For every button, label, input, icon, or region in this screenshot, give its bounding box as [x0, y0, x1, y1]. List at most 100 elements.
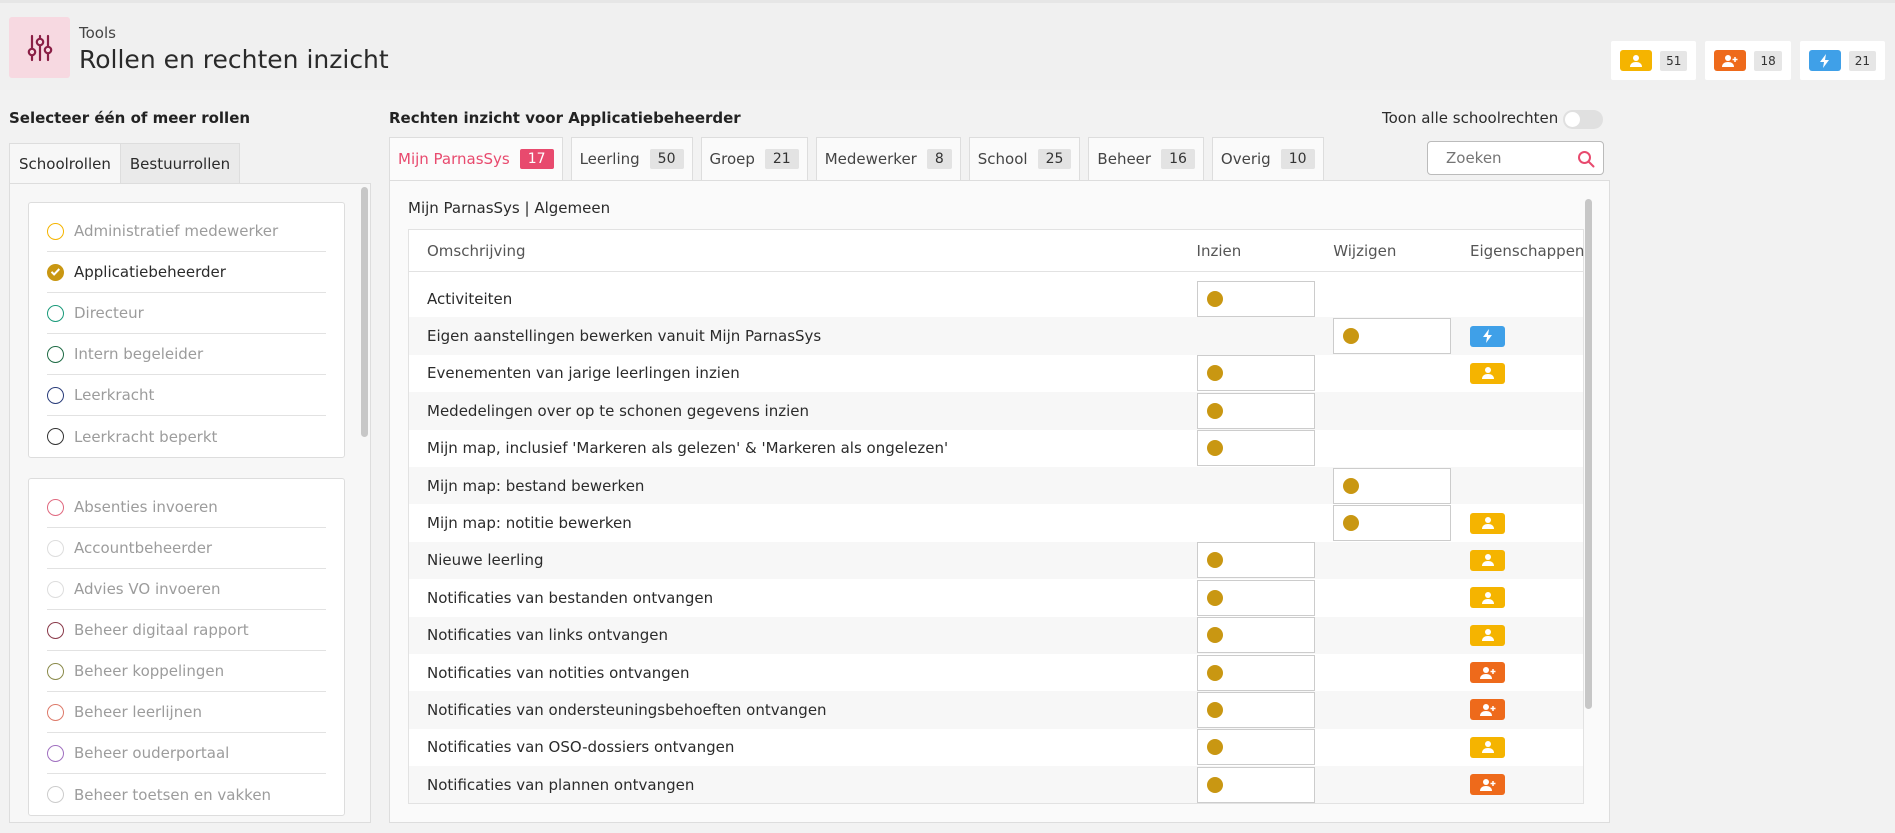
wijzigen-column	[1333, 318, 1470, 355]
eigenschappen-column	[1470, 699, 1583, 721]
column-header: Omschrijving	[427, 241, 526, 260]
inzien-column	[1196, 617, 1334, 654]
radio-circle-icon	[47, 386, 64, 404]
user-plus-icon	[1714, 50, 1747, 71]
show-all-rights-toggle[interactable]	[1563, 110, 1603, 129]
role-label: Beheer digitaal rapport	[74, 621, 249, 639]
search-box	[1427, 141, 1604, 175]
lightning-icon	[1808, 50, 1841, 71]
eigenschappen-column	[1470, 662, 1583, 684]
role-item[interactable]: Administratief medewerker	[47, 211, 326, 252]
row-description: Evenementen van jarige leerlingen inzien	[427, 364, 740, 383]
table-row: Notificaties van plannen ontvangen	[409, 766, 1583, 804]
role-item[interactable]: Beheer toetsen en vakken	[47, 774, 326, 815]
permission-dot-icon	[1206, 739, 1223, 756]
eigenschappen-column	[1470, 325, 1583, 347]
radio-circle-icon	[47, 498, 64, 516]
role-label: Accountbeheerder	[74, 539, 213, 557]
role-label: Intern begeleider	[74, 345, 204, 363]
role-item[interactable]: Beheer koppelingen	[47, 651, 326, 692]
permission-dot-icon	[1206, 664, 1223, 681]
role-group-main: Administratief medewerker Applicatiebehe…	[28, 202, 345, 458]
wijzigen-cell	[1333, 318, 1452, 355]
permission-dot-icon	[1343, 328, 1360, 345]
inzien-cell	[1196, 430, 1315, 467]
inzien-column	[1196, 766, 1334, 803]
role-item[interactable]: Accountbeheerder	[47, 528, 326, 569]
category-tabs: Mijn ParnasSys 17 Leerling 50 Groep 21 Mede…	[389, 137, 1324, 180]
sliders-icon	[9, 17, 70, 78]
tab-bestuurrollen[interactable]: Bestuurrollen	[119, 143, 241, 183]
inzien-cell	[1196, 355, 1315, 392]
stat-count: 21	[1848, 50, 1876, 71]
role-item[interactable]: Absenties invoeren	[47, 487, 326, 528]
roles-heading: Selecteer één of meer rollen	[9, 109, 251, 127]
inzien-cell	[1196, 617, 1315, 654]
roles-scrollbar[interactable]	[361, 187, 368, 437]
row-description: Notificaties van OSO-dossiers ontvangen	[427, 738, 735, 757]
inzien-cell	[1196, 654, 1315, 691]
tab-schoolrollen[interactable]: Schoolrollen	[9, 143, 121, 183]
role-item[interactable]: Beheer leerlijnen	[47, 692, 326, 733]
tab-mijn-parnassys[interactable]: Mijn ParnasSys 17	[389, 137, 563, 180]
permission-dot-icon	[1343, 515, 1360, 532]
table-header: Omschrijving Inzien Wijzigen Eigenschapp…	[409, 230, 1584, 272]
user-plus-icon	[1470, 662, 1506, 684]
eigenschappen-column	[1470, 774, 1583, 796]
tab-medewerker[interactable]: Medewerker 8	[815, 137, 961, 180]
wijzigen-column	[1333, 505, 1470, 542]
inzien-column	[1196, 392, 1334, 429]
rights-heading: Rechten inzicht voor Applicatiebeheerder	[389, 109, 741, 127]
row-description: Mijn map: notitie bewerken	[427, 514, 632, 533]
content-scrollbar[interactable]	[1585, 199, 1592, 709]
inzien-column	[1196, 691, 1334, 728]
search-icon[interactable]	[1577, 150, 1595, 172]
row-description: Mijn map: bestand bewerken	[427, 476, 645, 495]
radio-circle-icon	[47, 662, 64, 680]
eigenschappen-column	[1470, 624, 1583, 646]
tab-school[interactable]: School 25	[968, 137, 1081, 180]
tab-count: 21	[764, 149, 799, 169]
role-item[interactable]: Leerkracht beperkt	[47, 416, 326, 457]
search-input[interactable]	[1446, 149, 1566, 167]
tab-label: Mijn ParnasSys	[398, 150, 510, 168]
stats-bar: 51 18 21	[1611, 41, 1885, 80]
role-item[interactable]: Beheer ouderportaal	[47, 733, 326, 774]
inzien-cell	[1196, 766, 1315, 803]
permission-dot-icon	[1206, 701, 1223, 718]
role-tabs: Schoolrollen Bestuurrollen	[9, 143, 241, 183]
radio-circle-icon	[47, 304, 64, 322]
role-label: Beheer koppelingen	[74, 662, 225, 680]
user-icon	[1620, 50, 1653, 71]
tab-groep[interactable]: Groep 21	[700, 137, 808, 180]
user-icon	[1470, 512, 1506, 534]
page-header: Tools Rollen en rechten inzicht 51 18 21	[0, 0, 1895, 90]
table-row: Eigen aanstellingen bewerken vanuit Mijn…	[409, 317, 1583, 355]
radio-circle-icon	[47, 539, 64, 557]
row-description: Eigen aanstellingen bewerken vanuit Mijn…	[427, 327, 822, 346]
tab-overig[interactable]: Overig 10	[1211, 137, 1324, 180]
role-item[interactable]: Leerkracht	[47, 375, 326, 416]
permission-dot-icon	[1206, 627, 1223, 644]
wijzigen-cell	[1333, 505, 1452, 542]
row-description: Mijn map, inclusief 'Markeren als geleze…	[427, 439, 949, 458]
role-item[interactable]: Directeur	[47, 293, 326, 334]
role-item[interactable]: Advies VO invoeren	[47, 569, 326, 610]
table-body: Activiteiten Eigen aanstellingen bewerken…	[409, 272, 1583, 804]
role-item[interactable]: Beheer digitaal rapport	[47, 610, 326, 651]
tab-leerling[interactable]: Leerling 50	[570, 137, 693, 180]
stat-user: 51	[1611, 41, 1697, 80]
role-group-extra: Absenties invoeren Accountbeheerder Advi…	[28, 478, 345, 816]
inzien-cell	[1196, 729, 1315, 766]
tab-count: 10	[1280, 149, 1315, 169]
tab-beheer[interactable]: Beheer 16	[1088, 137, 1204, 180]
row-description: Nieuwe leerling	[427, 551, 544, 570]
user-icon	[1470, 624, 1506, 646]
table-row: Activiteiten	[409, 280, 1583, 317]
role-item[interactable]: Intern begeleider	[47, 334, 326, 375]
permission-dot-icon	[1206, 290, 1223, 307]
row-description: Activiteiten	[427, 289, 513, 308]
role-item[interactable]: Applicatiebeheerder	[47, 252, 326, 293]
user-icon	[1470, 362, 1506, 384]
stat-count: 51	[1660, 50, 1688, 71]
